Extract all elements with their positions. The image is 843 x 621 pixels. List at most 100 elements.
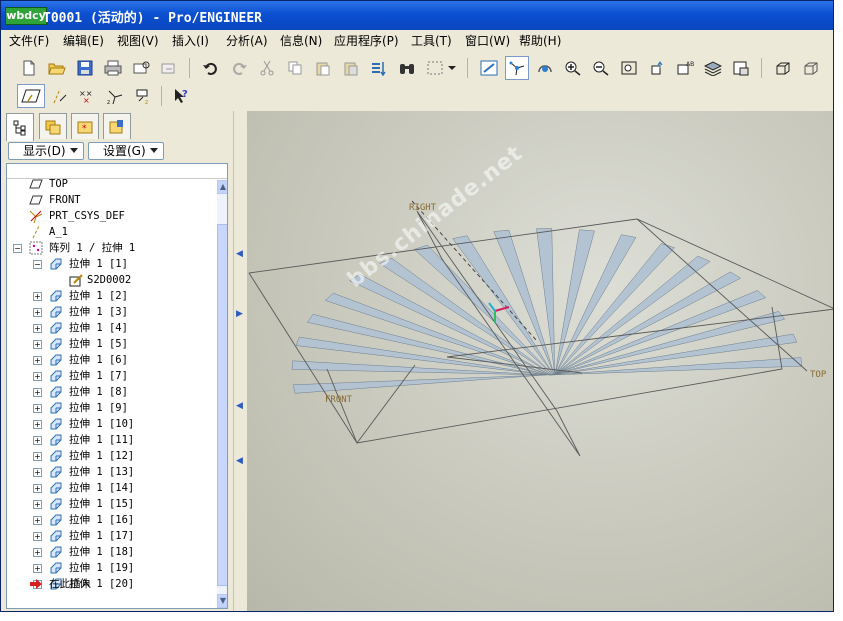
tree-item-extrude-5[interactable]: + 拉伸 1 [5]	[7, 336, 213, 352]
expand-right-icon[interactable]: ▶	[236, 309, 243, 319]
tree-item-sketch[interactable]: S2D0002	[7, 272, 213, 288]
datum-axis-display-icon[interactable]	[47, 84, 71, 108]
copy-icon[interactable]	[283, 56, 307, 80]
tree-item-extrude-9[interactable]: + 拉伸 1 [9]	[7, 400, 213, 416]
expand-icon[interactable]: +	[33, 548, 42, 557]
menu-edit[interactable]: 编辑(E)	[63, 32, 104, 49]
datum-point-display-icon[interactable]: ×× ×	[75, 84, 99, 108]
datum-label-front[interactable]: FRONT	[325, 395, 353, 405]
paste-icon[interactable]	[311, 56, 335, 80]
menu-window[interactable]: 窗口(W)	[465, 32, 510, 49]
model-scene[interactable]: RIGHT TOP FRONT	[247, 111, 834, 611]
collapse-left-icon[interactable]: ◀	[236, 249, 243, 259]
expand-icon[interactable]: +	[33, 292, 42, 301]
tab-model-tree[interactable]	[6, 113, 34, 141]
scroll-up-icon[interactable]: ▲	[217, 180, 227, 194]
tree-item-extrude-3[interactable]: + 拉伸 1 [3]	[7, 304, 213, 320]
tab-favorites[interactable]: *	[71, 113, 99, 139]
tree-item-extrude-11[interactable]: + 拉伸 1 [11]	[7, 432, 213, 448]
tree-item-extrude-18[interactable]: + 拉伸 1 [18]	[7, 544, 213, 560]
view-manager-icon[interactable]	[729, 56, 753, 80]
select-box-icon[interactable]	[423, 56, 447, 80]
find-binoculars-icon[interactable]	[395, 56, 419, 80]
tree-item-extrude-2[interactable]: + 拉伸 1 [2]	[7, 288, 213, 304]
datum-plane-display-icon[interactable]	[17, 84, 45, 108]
layers-icon[interactable]	[701, 56, 725, 80]
tree-item-pattern[interactable]: − 阵列 1 / 拉伸 1	[7, 240, 213, 256]
tree-item-extrude-15[interactable]: + 拉伸 1 [15]	[7, 496, 213, 512]
tree-item-extrude-8[interactable]: + 拉伸 1 [8]	[7, 384, 213, 400]
tree-item-extrude-14[interactable]: + 拉伸 1 [14]	[7, 480, 213, 496]
spin-center-icon[interactable]	[505, 56, 529, 80]
expand-icon[interactable]: +	[33, 436, 42, 445]
title-bar[interactable]: wbdcy T0001 (活动的) - Pro/ENGINEER	[1, 1, 833, 30]
tree-item-extrude-19[interactable]: + 拉伸 1 [19]	[7, 560, 213, 576]
menu-help[interactable]: 帮助(H)	[519, 32, 561, 49]
expand-icon[interactable]: +	[33, 532, 42, 541]
new-file-icon[interactable]	[17, 56, 41, 80]
menu-insert[interactable]: 插入(I)	[172, 32, 209, 49]
scroll-thumb[interactable]	[217, 224, 227, 586]
tree-item-extrude-1[interactable]: − 拉伸 1 [1]	[7, 256, 213, 272]
expand-icon[interactable]: +	[33, 324, 42, 333]
datum-label-top[interactable]: TOP	[810, 370, 827, 380]
collapse-icon[interactable]: −	[13, 244, 22, 253]
send-link-icon[interactable]	[157, 56, 181, 80]
zoom-in-icon[interactable]	[561, 56, 585, 80]
expand-icon[interactable]: +	[33, 308, 42, 317]
print-icon[interactable]	[101, 56, 125, 80]
refit-icon[interactable]	[617, 56, 641, 80]
menu-info[interactable]: 信息(N)	[280, 32, 322, 49]
collapse-left-icon[interactable]: ◀	[236, 401, 243, 411]
tree-item-extrude-16[interactable]: + 拉伸 1 [16]	[7, 512, 213, 528]
send-mail-icon[interactable]	[129, 56, 153, 80]
annotation-display-icon[interactable]: z	[131, 84, 155, 108]
panel-splitter[interactable]: ◀ ▶ ◀ ◀	[233, 111, 248, 611]
tree-item-axis[interactable]: A_1	[7, 224, 213, 240]
wireframe-icon[interactable]	[771, 56, 795, 80]
expand-icon[interactable]: +	[33, 500, 42, 509]
scroll-down-icon[interactable]: ▼	[217, 594, 227, 608]
save-icon[interactable]	[73, 56, 97, 80]
tree-item-front[interactable]: FRONT	[7, 192, 213, 208]
menu-tools[interactable]: 工具(T)	[411, 32, 452, 49]
tab-folder-browser[interactable]	[39, 113, 67, 139]
collapse-icon[interactable]: −	[33, 260, 42, 269]
settings-dropdown[interactable]: 设置(G)	[88, 142, 164, 160]
expand-icon[interactable]: +	[33, 372, 42, 381]
tree-scrollbar[interactable]: ▲ ▼	[217, 180, 227, 608]
tree-item-insert-here[interactable]: 在此插入	[7, 576, 213, 592]
expand-icon[interactable]: +	[33, 484, 42, 493]
tree-item-extrude-12[interactable]: + 拉伸 1 [12]	[7, 448, 213, 464]
csys-display-icon[interactable]: z	[103, 84, 127, 108]
regenerate-icon[interactable]	[367, 56, 391, 80]
tree-item-extrude-10[interactable]: + 拉伸 1 [10]	[7, 416, 213, 432]
zoom-out-icon[interactable]	[589, 56, 613, 80]
paste-special-icon[interactable]	[339, 56, 363, 80]
tab-connections[interactable]	[103, 113, 131, 139]
undo-icon[interactable]	[199, 56, 223, 80]
expand-icon[interactable]: +	[33, 388, 42, 397]
orient-mode-icon[interactable]	[533, 56, 557, 80]
open-folder-icon[interactable]	[45, 56, 69, 80]
expand-icon[interactable]: +	[33, 356, 42, 365]
graphics-viewport[interactable]: RIGHT TOP FRONT bbs.chinade.net	[247, 111, 834, 611]
redo-icon[interactable]	[227, 56, 251, 80]
tree-item-extrude-17[interactable]: + 拉伸 1 [17]	[7, 528, 213, 544]
menu-view[interactable]: 视图(V)	[117, 32, 159, 49]
repaint-icon[interactable]	[477, 56, 501, 80]
expand-icon[interactable]: +	[33, 420, 42, 429]
expand-icon[interactable]: +	[33, 564, 42, 573]
menu-applications[interactable]: 应用程序(P)	[334, 32, 399, 49]
menu-file[interactable]: 文件(F)	[9, 32, 49, 49]
expand-icon[interactable]: +	[33, 452, 42, 461]
reorient-icon[interactable]	[645, 56, 669, 80]
cut-icon[interactable]	[255, 56, 279, 80]
show-dropdown[interactable]: 显示(D)	[8, 142, 84, 160]
tree-item-extrude-13[interactable]: + 拉伸 1 [13]	[7, 464, 213, 480]
expand-icon[interactable]: +	[33, 404, 42, 413]
tree-item-extrude-4[interactable]: + 拉伸 1 [4]	[7, 320, 213, 336]
expand-icon[interactable]: +	[33, 468, 42, 477]
collapse-left-icon[interactable]: ◀	[236, 456, 243, 466]
expand-icon[interactable]: +	[33, 516, 42, 525]
